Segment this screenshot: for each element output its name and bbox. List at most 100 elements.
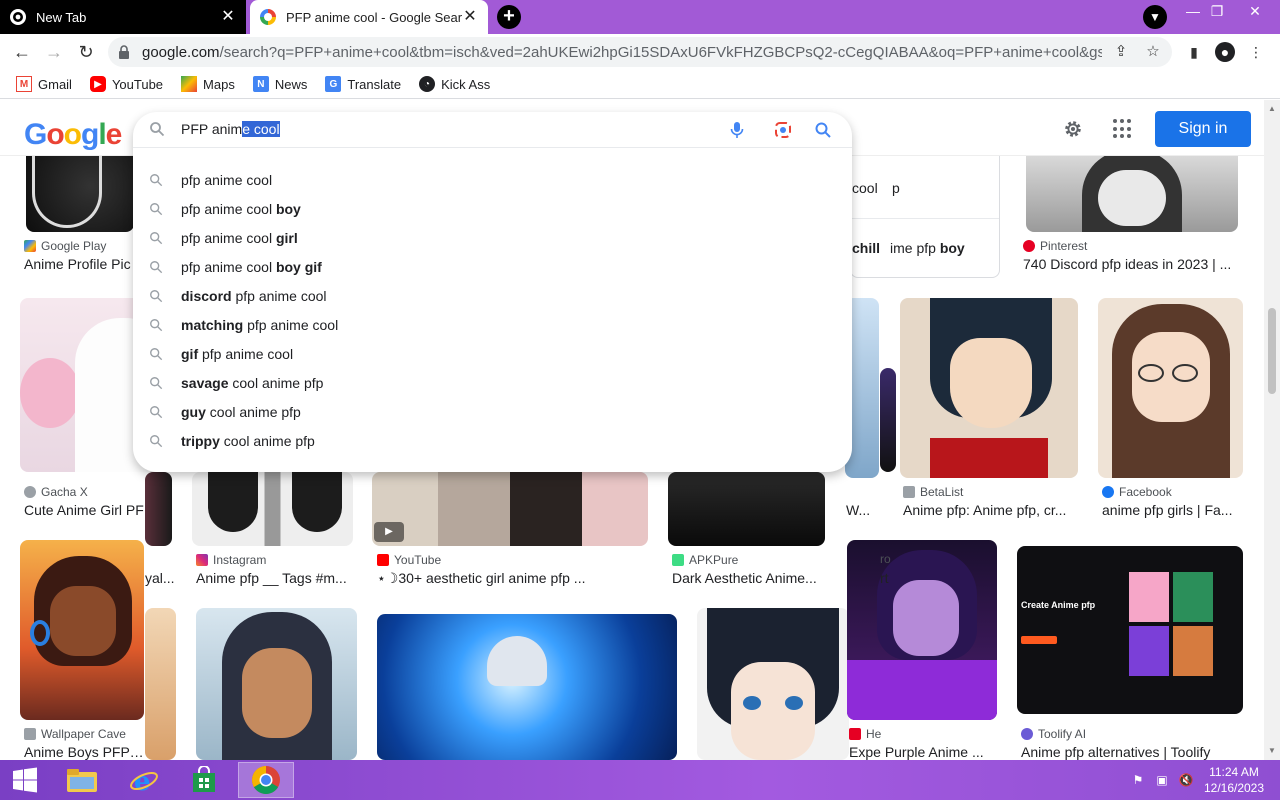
result-caption[interactable]: ⋆☽30+ aesthetic girl anime pfp ...: [377, 570, 647, 587]
tab-new-tab[interactable]: New Tab ✕: [0, 0, 246, 34]
result-caption-partial[interactable]: rt: [880, 570, 900, 586]
microphone-icon[interactable]: [727, 120, 747, 140]
google-logo[interactable]: Google: [24, 118, 122, 152]
result-image[interactable]: [377, 614, 677, 760]
share-icon[interactable]: ⇪: [1112, 43, 1130, 61]
address-bar[interactable]: google.com/search?q=PFP+anime+cool&tbm=i…: [108, 37, 1172, 67]
forward-arrow-icon[interactable]: →: [42, 40, 66, 64]
search-submit-icon[interactable]: [813, 120, 833, 140]
result-image[interactable]: [196, 608, 357, 760]
file-explorer-taskbar[interactable]: [54, 762, 110, 798]
related-search-item[interactable]: p: [892, 180, 900, 196]
result-image[interactable]: ▶: [372, 472, 648, 546]
result-caption[interactable]: Dark Aesthetic Anime...: [672, 570, 824, 586]
scroll-up-icon[interactable]: ▲: [1268, 104, 1276, 113]
google-apps-icon[interactable]: [1113, 119, 1133, 139]
system-clock[interactable]: 11:24 AM 12/16/2023: [1202, 764, 1266, 796]
result-image[interactable]: Create Anime pfp: [1017, 546, 1243, 714]
result-image[interactable]: [192, 472, 353, 546]
result-caption[interactable]: Anime pfp alternatives | Toolify: [1021, 744, 1241, 760]
search-query-text[interactable]: PFP anime cool: [181, 121, 280, 137]
result-caption[interactable]: Anime Boys PFP W: [24, 744, 144, 760]
google-lens-icon[interactable]: [773, 120, 793, 140]
result-caption[interactable]: Anime pfp __ Tags #m...: [196, 570, 352, 586]
reload-icon[interactable]: ↻: [74, 40, 98, 64]
search-icon: [150, 122, 165, 137]
new-tab-button[interactable]: +: [497, 5, 521, 29]
start-button[interactable]: [0, 762, 50, 798]
bookmark-news[interactable]: N News: [252, 76, 307, 92]
related-search-item[interactable]: cool: [852, 180, 878, 196]
result-image[interactable]: [697, 608, 849, 760]
suggestion-item[interactable]: pfp anime cool boy: [133, 194, 852, 223]
close-window-icon[interactable]: ✕: [1238, 2, 1272, 26]
suggestion-item[interactable]: trippy cool anime pfp: [133, 426, 852, 455]
close-tab-icon[interactable]: ✕: [220, 9, 236, 25]
action-center-flag-icon[interactable]: ⚑: [1130, 772, 1146, 788]
result-caption-partial[interactable]: W...: [846, 502, 876, 518]
result-image[interactable]: [900, 298, 1078, 478]
chrome-taskbar[interactable]: [238, 762, 294, 798]
suggestion-item[interactable]: guy cool anime pfp: [133, 397, 852, 426]
result-caption[interactable]: Anime pfp: Anime pfp, cr...: [903, 502, 1079, 518]
side-panel-icon[interactable]: ▮: [1184, 42, 1204, 62]
tab-google-search[interactable]: PFP anime cool - Google Search ✕: [250, 0, 488, 34]
more-menu-icon[interactable]: ⋮: [1246, 42, 1266, 62]
suggestion-item[interactable]: pfp anime cool: [133, 165, 852, 194]
suggestion-item[interactable]: matching pfp anime cool: [133, 310, 852, 339]
suggestion-item[interactable]: gif pfp anime cool: [133, 339, 852, 368]
sign-in-button[interactable]: Sign in: [1155, 111, 1251, 147]
restore-icon[interactable]: ❐: [1200, 2, 1234, 26]
result-caption[interactable]: anime pfp girls | Fa...: [1102, 502, 1242, 518]
url-path: /search?q=PFP+anime+cool&tbm=isch&ved=2a…: [219, 44, 1102, 61]
scroll-down-icon[interactable]: ▼: [1268, 746, 1276, 755]
bookmark-youtube[interactable]: ▶ YouTube: [89, 76, 163, 92]
related-search-item[interactable]: ime pfp boy: [890, 240, 965, 256]
internet-explorer-taskbar[interactable]: e: [116, 762, 172, 798]
globe-icon: [24, 486, 36, 498]
search-icon: [150, 434, 163, 447]
result-image[interactable]: [20, 540, 144, 720]
back-arrow-icon[interactable]: ←: [10, 40, 34, 64]
bookmark-label: Gmail: [38, 76, 72, 92]
store-taskbar[interactable]: [176, 762, 232, 798]
result-caption[interactable]: Anime Profile Pic: [24, 256, 134, 272]
result-image[interactable]: [847, 540, 997, 720]
close-tab-icon[interactable]: ✕: [462, 9, 478, 25]
bookmark-gmail[interactable]: M Gmail: [16, 76, 72, 92]
suggestion-item[interactable]: savage cool anime pfp: [133, 368, 852, 397]
result-image[interactable]: [145, 472, 172, 546]
scrollbar-thumb[interactable]: [1268, 308, 1276, 394]
bookmark-kick-ass[interactable]: ◔ Kick Ass: [419, 76, 490, 92]
volume-muted-icon[interactable]: 🔇: [1178, 772, 1194, 788]
network-icon[interactable]: ▣: [1154, 772, 1170, 788]
result-image[interactable]: [145, 608, 176, 760]
bookmark-star-icon[interactable]: ☆: [1144, 43, 1162, 61]
search-input[interactable]: PFP anime cool: [133, 112, 852, 148]
suggestion-item[interactable]: pfp anime cool girl: [133, 223, 852, 252]
suggestion-item[interactable]: pfp anime cool boy gif: [133, 252, 852, 281]
result-image[interactable]: [880, 368, 896, 472]
settings-gear-icon[interactable]: [1062, 118, 1084, 140]
result-image[interactable]: [1098, 298, 1243, 478]
result-caption[interactable]: 740 Discord pfp ideas in 2023 | ...: [1023, 256, 1237, 272]
search-suggest-panel: PFP anime cool pfp anime cool pfp anime …: [133, 112, 852, 472]
page-scrollbar[interactable]: ▲ ▼: [1264, 100, 1280, 760]
bookmark-translate[interactable]: G Translate: [325, 76, 401, 92]
result-caption[interactable]: Cute Anime Girl PF: [24, 502, 144, 518]
profile-avatar-icon[interactable]: ●: [1215, 42, 1235, 62]
result-image[interactable]: [668, 472, 825, 546]
browser-toolbar: ← → ↻ google.com/search?q=PFP+anime+cool…: [0, 34, 1280, 70]
related-search-item[interactable]: chill: [852, 240, 880, 256]
store-bag-icon: [193, 766, 215, 792]
url-text[interactable]: google.com/search?q=PFP+anime+cool&tbm=i…: [142, 44, 1102, 61]
betalist-icon: [903, 486, 915, 498]
result-source-partial: He: [849, 727, 881, 741]
suggestion-item[interactable]: discord pfp anime cool: [133, 281, 852, 310]
selected-text: e cool: [242, 121, 280, 137]
bookmark-maps[interactable]: Maps: [181, 76, 235, 92]
search-icon: [150, 202, 163, 215]
tab-search-chevron-icon[interactable]: ▼: [1143, 5, 1167, 29]
result-caption-partial[interactable]: yal...: [145, 570, 177, 586]
result-caption-partial[interactable]: Expe Purple Anime ...: [849, 744, 994, 760]
